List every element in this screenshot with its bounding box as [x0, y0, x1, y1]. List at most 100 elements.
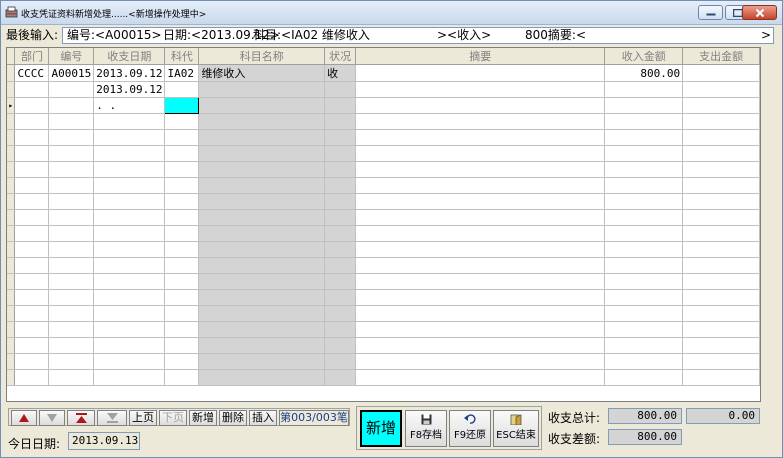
cell-dept[interactable] — [14, 209, 50, 226]
cell-dept[interactable] — [14, 321, 50, 338]
cell-income[interactable] — [604, 81, 684, 98]
add-record-button[interactable]: 新增 — [189, 410, 217, 426]
cell-income[interactable] — [604, 225, 684, 242]
cell-subj-code[interactable] — [164, 145, 200, 162]
cell-memo[interactable] — [355, 177, 606, 194]
cell-memo[interactable] — [355, 353, 606, 370]
cell-code[interactable] — [48, 225, 95, 242]
cell-subj-code[interactable] — [164, 193, 200, 210]
cell-expense[interactable] — [682, 209, 760, 226]
cell-code[interactable] — [48, 161, 95, 178]
table-row[interactable] — [7, 241, 760, 258]
cell-subj-code[interactable] — [164, 305, 200, 322]
insert-record-button[interactable]: 插入 — [249, 410, 277, 426]
cell-subj-name[interactable] — [198, 321, 326, 338]
cell-dept[interactable] — [14, 145, 50, 162]
cell-subj-code[interactable] — [164, 81, 200, 98]
cell-date[interactable] — [93, 321, 166, 338]
cell-status[interactable] — [324, 193, 357, 210]
cell-memo[interactable] — [355, 321, 606, 338]
cell-dept[interactable] — [14, 353, 50, 370]
cell-subj-code[interactable] — [164, 257, 200, 274]
col-header-date[interactable]: 收支日期 — [93, 48, 166, 65]
cell-dept[interactable]: CCCC — [14, 64, 50, 82]
cell-memo[interactable] — [355, 81, 606, 98]
col-header-subj-code[interactable]: 科代 — [164, 48, 200, 65]
cell-income[interactable] — [604, 177, 684, 194]
cell-subj-code[interactable] — [164, 241, 200, 258]
cell-date[interactable] — [93, 337, 166, 354]
cell-expense[interactable] — [682, 241, 760, 258]
cell-code[interactable] — [48, 113, 95, 130]
cell-code[interactable] — [48, 321, 95, 338]
save-button[interactable]: F8存档 — [405, 410, 447, 447]
cell-dept[interactable] — [14, 273, 50, 290]
cell-status[interactable] — [324, 241, 357, 258]
cell-status[interactable] — [324, 353, 357, 370]
cell-status[interactable] — [324, 305, 357, 322]
cell-date[interactable] — [93, 129, 166, 146]
move-last-button[interactable] — [97, 410, 127, 426]
cell-dept[interactable] — [14, 193, 50, 210]
cell-income[interactable]: 800.00 — [604, 64, 684, 82]
cell-expense[interactable] — [682, 305, 760, 322]
cell-subj-code[interactable] — [164, 273, 200, 290]
cell-income[interactable] — [604, 209, 684, 226]
cell-dept[interactable] — [14, 161, 50, 178]
cell-income[interactable] — [604, 129, 684, 146]
next-page-button[interactable]: 下页 — [159, 410, 187, 426]
cell-subj-name[interactable] — [198, 337, 326, 354]
cell-expense[interactable] — [682, 177, 760, 194]
cell-expense[interactable] — [682, 193, 760, 210]
cell-subj-name[interactable]: 维修收入 — [198, 64, 326, 82]
cell-date[interactable] — [93, 145, 166, 162]
cell-subj-code[interactable] — [164, 209, 200, 226]
cell-subj-code[interactable] — [164, 177, 200, 194]
cell-status[interactable] — [324, 161, 357, 178]
table-row[interactable] — [7, 369, 760, 386]
col-header-income[interactable]: 收入金额 — [604, 48, 684, 65]
table-row[interactable] — [7, 289, 760, 306]
cell-expense[interactable] — [682, 113, 760, 130]
cell-dept[interactable] — [14, 81, 50, 98]
cell-date[interactable] — [93, 161, 166, 178]
delete-record-button[interactable]: 删除 — [219, 410, 247, 426]
cell-subj-name[interactable] — [198, 257, 326, 274]
cell-dept[interactable] — [14, 113, 50, 130]
cell-expense[interactable] — [682, 369, 760, 386]
cell-date[interactable]: 2013.09.12 — [93, 64, 166, 82]
cell-code[interactable] — [48, 97, 95, 114]
cell-status[interactable]: 收 — [324, 64, 357, 82]
cell-memo[interactable] — [355, 209, 606, 226]
cell-code[interactable]: A00015 — [48, 64, 95, 82]
cell-expense[interactable] — [682, 145, 760, 162]
cell-expense[interactable] — [682, 81, 760, 98]
cell-expense[interactable] — [682, 353, 760, 370]
cell-code[interactable] — [48, 273, 95, 290]
move-down-button[interactable] — [39, 410, 65, 426]
cell-date[interactable] — [93, 305, 166, 322]
cell-expense[interactable] — [682, 225, 760, 242]
cell-code[interactable] — [48, 305, 95, 322]
cell-income[interactable] — [604, 273, 684, 290]
table-row[interactable] — [7, 321, 760, 338]
cell-status[interactable] — [324, 177, 357, 194]
cell-subj-name[interactable] — [198, 81, 326, 98]
cell-date[interactable]: . . — [93, 97, 166, 114]
cell-subj-code[interactable] — [164, 97, 200, 114]
cell-memo[interactable] — [355, 257, 606, 274]
cell-memo[interactable] — [355, 97, 606, 114]
cell-income[interactable] — [604, 161, 684, 178]
cell-memo[interactable] — [355, 129, 606, 146]
table-row[interactable] — [7, 225, 760, 242]
cell-expense[interactable] — [682, 257, 760, 274]
table-row[interactable] — [7, 161, 760, 178]
cell-date[interactable] — [93, 369, 166, 386]
cell-expense[interactable] — [682, 273, 760, 290]
cell-date[interactable] — [93, 289, 166, 306]
cell-subj-code[interactable] — [164, 129, 200, 146]
cell-date[interactable] — [93, 209, 166, 226]
cell-subj-name[interactable] — [198, 129, 326, 146]
col-header-subj-name[interactable]: 科目名称 — [198, 48, 326, 65]
cell-status[interactable] — [324, 289, 357, 306]
